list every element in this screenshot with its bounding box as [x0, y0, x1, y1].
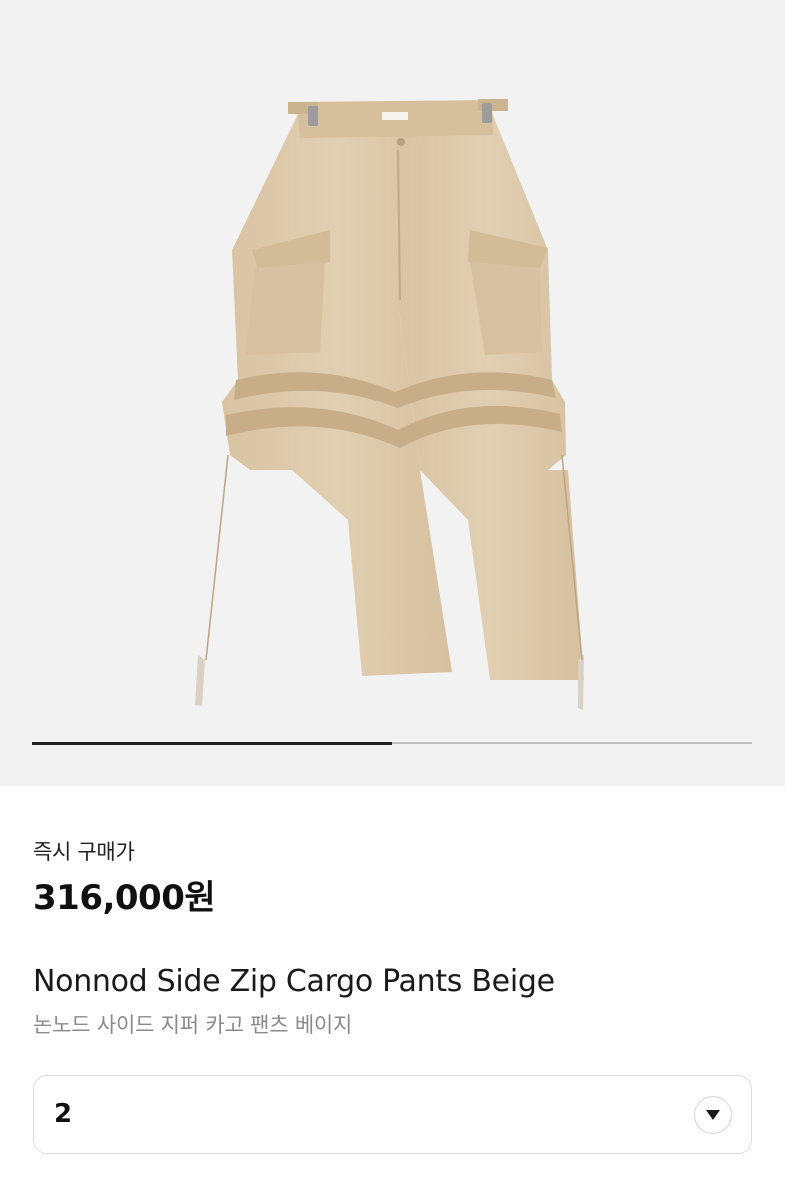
chevron-down-icon — [706, 1110, 720, 1120]
size-select-value: 2 — [54, 1099, 73, 1129]
product-name-english: Nonnod Side Zip Cargo Pants Beige — [33, 964, 555, 999]
gallery-progress-track — [32, 741, 752, 745]
product-name-korean: 논노드 사이드 지퍼 카고 팬츠 베이지 — [33, 1013, 353, 1037]
pants-product-image — [195, 99, 584, 710]
instant-buy-price-label: 즉시 구매가 — [33, 840, 135, 864]
gallery-progress-fill — [32, 741, 392, 745]
product-image-gallery[interactable] — [0, 0, 785, 786]
size-dropdown-button[interactable] — [694, 1096, 732, 1134]
size-select[interactable]: 2 — [33, 1075, 752, 1154]
instant-buy-price: 316,000원 — [33, 878, 216, 918]
